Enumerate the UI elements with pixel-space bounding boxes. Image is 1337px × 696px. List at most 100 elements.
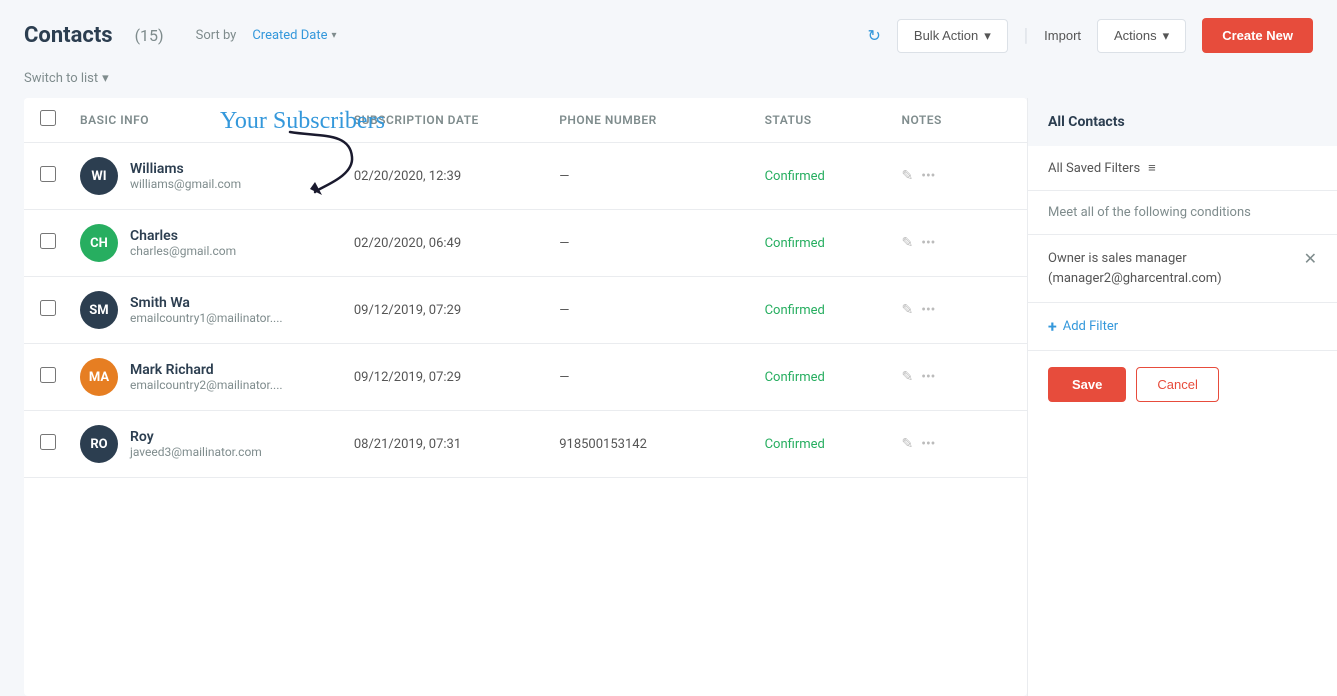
row-subscription-date: 08/21/2019, 07:31 [354, 437, 559, 452]
row-phone: — [559, 370, 764, 385]
row-check-col [40, 300, 80, 320]
more-options-icon[interactable]: ••• [921, 369, 935, 385]
more-options-icon[interactable]: ••• [921, 436, 935, 452]
switch-to-list-button[interactable]: Switch to list ▾ [24, 71, 109, 86]
contacts-table: Basic Info Subscription Date Phone Numbe… [24, 98, 1027, 696]
row-checkbox[interactable] [40, 434, 56, 450]
refresh-icon: ↻ [868, 26, 881, 46]
filter-condition-row: Owner is sales manager (manager2@gharcen… [1028, 235, 1337, 303]
page-title: Contacts [24, 23, 113, 48]
sort-value: Created Date [252, 28, 327, 43]
contact-email: charles@gmail.com [130, 244, 236, 258]
row-phone: — [559, 169, 764, 184]
right-panel: All Contacts All Saved Filters ≡ Meet al… [1027, 98, 1337, 696]
row-subscription-date: 09/12/2019, 07:29 [354, 303, 559, 318]
save-button[interactable]: Save [1048, 367, 1126, 402]
row-phone: 918500153142 [559, 437, 764, 452]
create-new-button[interactable]: Create New [1202, 18, 1313, 53]
more-options-icon[interactable]: ••• [921, 168, 935, 184]
contacts-count: (15) [135, 26, 164, 45]
conditions-text: Meet all of the following conditions [1028, 191, 1337, 235]
bulk-action-button[interactable]: Bulk Action ▾ [897, 19, 1008, 53]
all-contacts-label: All Contacts [1028, 98, 1337, 146]
import-label: Import [1044, 28, 1081, 43]
avatar: RO [80, 425, 118, 463]
contact-name[interactable]: Mark Richard [130, 362, 283, 378]
status-badge: Confirmed [765, 370, 825, 385]
row-checkbox[interactable] [40, 300, 56, 316]
add-filter-button[interactable]: + Add Filter [1028, 303, 1337, 351]
row-checkbox[interactable] [40, 367, 56, 383]
row-basic-info: RO Roy javeed3@mailinator.com [80, 425, 354, 463]
import-button[interactable]: Import [1044, 28, 1081, 43]
contact-email: emailcountry1@mailinator.... [130, 311, 283, 325]
table-body: WI Williams williams@gmail.com 02/20/202… [24, 143, 1027, 478]
contact-email: williams@gmail.com [130, 177, 241, 191]
col-status: Status [765, 113, 902, 127]
sort-by-label: Sort by [196, 28, 237, 43]
avatar: SM [80, 291, 118, 329]
row-status: Confirmed [765, 168, 902, 184]
status-badge: Confirmed [765, 236, 825, 251]
notes-icon[interactable]: ✎ [901, 168, 913, 184]
row-subscription-date: 02/20/2020, 06:49 [354, 236, 559, 251]
col-notes: Notes [901, 113, 1011, 127]
contact-info: Charles charles@gmail.com [130, 228, 236, 258]
row-notes: ✎ ••• [901, 168, 1011, 184]
chevron-down-icon: ▾ [102, 71, 109, 86]
header-check-col [40, 110, 80, 130]
row-check-col [40, 367, 80, 387]
row-check-col [40, 233, 80, 253]
contact-info: Roy javeed3@mailinator.com [130, 429, 262, 459]
notes-icon[interactable]: ✎ [901, 302, 913, 318]
notes-icon[interactable]: ✎ [901, 235, 913, 251]
contact-name[interactable]: Charles [130, 228, 236, 244]
row-notes: ✎ ••• [901, 369, 1011, 385]
more-options-icon[interactable]: ••• [921, 235, 935, 251]
row-status: Confirmed [765, 369, 902, 385]
sort-dropdown[interactable]: Created Date ▾ [252, 28, 336, 43]
all-saved-filters-button[interactable]: All Saved Filters ≡ [1028, 146, 1337, 191]
row-checkbox[interactable] [40, 166, 56, 182]
table-header: Basic Info Subscription Date Phone Numbe… [24, 98, 1027, 143]
actions-label: Actions [1114, 28, 1157, 43]
chevron-down-icon: ▾ [332, 30, 337, 41]
status-badge: Confirmed [765, 437, 825, 452]
bulk-action-label: Bulk Action [914, 28, 978, 43]
row-basic-info: MA Mark Richard emailcountry2@mailinator… [80, 358, 354, 396]
row-basic-info: WI Williams williams@gmail.com [80, 157, 354, 195]
row-notes: ✎ ••• [901, 302, 1011, 318]
notes-icon[interactable]: ✎ [901, 369, 913, 385]
all-saved-filters-label: All Saved Filters [1048, 161, 1140, 176]
more-options-icon[interactable]: ••• [921, 302, 935, 318]
contact-name[interactable]: Williams [130, 161, 241, 177]
col-basic-info: Basic Info [80, 113, 354, 127]
refresh-button[interactable]: ↻ [868, 26, 881, 46]
notes-icon[interactable]: ✎ [901, 436, 913, 452]
col-phone-number: Phone Number [559, 113, 764, 127]
row-status: Confirmed [765, 436, 902, 452]
select-all-checkbox[interactable] [40, 110, 56, 126]
table-row: MA Mark Richard emailcountry2@mailinator… [24, 344, 1027, 411]
filter-icon: ≡ [1148, 160, 1156, 176]
filter-remove-button[interactable]: ✕ [1304, 249, 1317, 269]
row-status: Confirmed [765, 302, 902, 318]
contact-name[interactable]: Smith Wa [130, 295, 283, 311]
table-row: CH Charles charles@gmail.com 02/20/2020,… [24, 210, 1027, 277]
row-checkbox[interactable] [40, 233, 56, 249]
add-filter-plus-icon: + [1048, 317, 1057, 336]
contact-name[interactable]: Roy [130, 429, 262, 445]
chevron-down-icon: ▾ [984, 28, 991, 44]
actions-button[interactable]: Actions ▾ [1097, 19, 1186, 53]
top-bar: Contacts (15) Sort by Created Date ▾ ↻ B… [0, 0, 1337, 71]
table-row: RO Roy javeed3@mailinator.com 08/21/2019… [24, 411, 1027, 478]
status-badge: Confirmed [765, 303, 825, 318]
chevron-down-icon: ▾ [1163, 28, 1170, 44]
row-subscription-date: 09/12/2019, 07:29 [354, 370, 559, 385]
contact-email: emailcountry2@mailinator.... [130, 378, 283, 392]
avatar: MA [80, 358, 118, 396]
row-status: Confirmed [765, 235, 902, 251]
sub-bar: Switch to list ▾ [0, 71, 1337, 98]
contact-info: Mark Richard emailcountry2@mailinator...… [130, 362, 283, 392]
cancel-button[interactable]: Cancel [1136, 367, 1218, 402]
